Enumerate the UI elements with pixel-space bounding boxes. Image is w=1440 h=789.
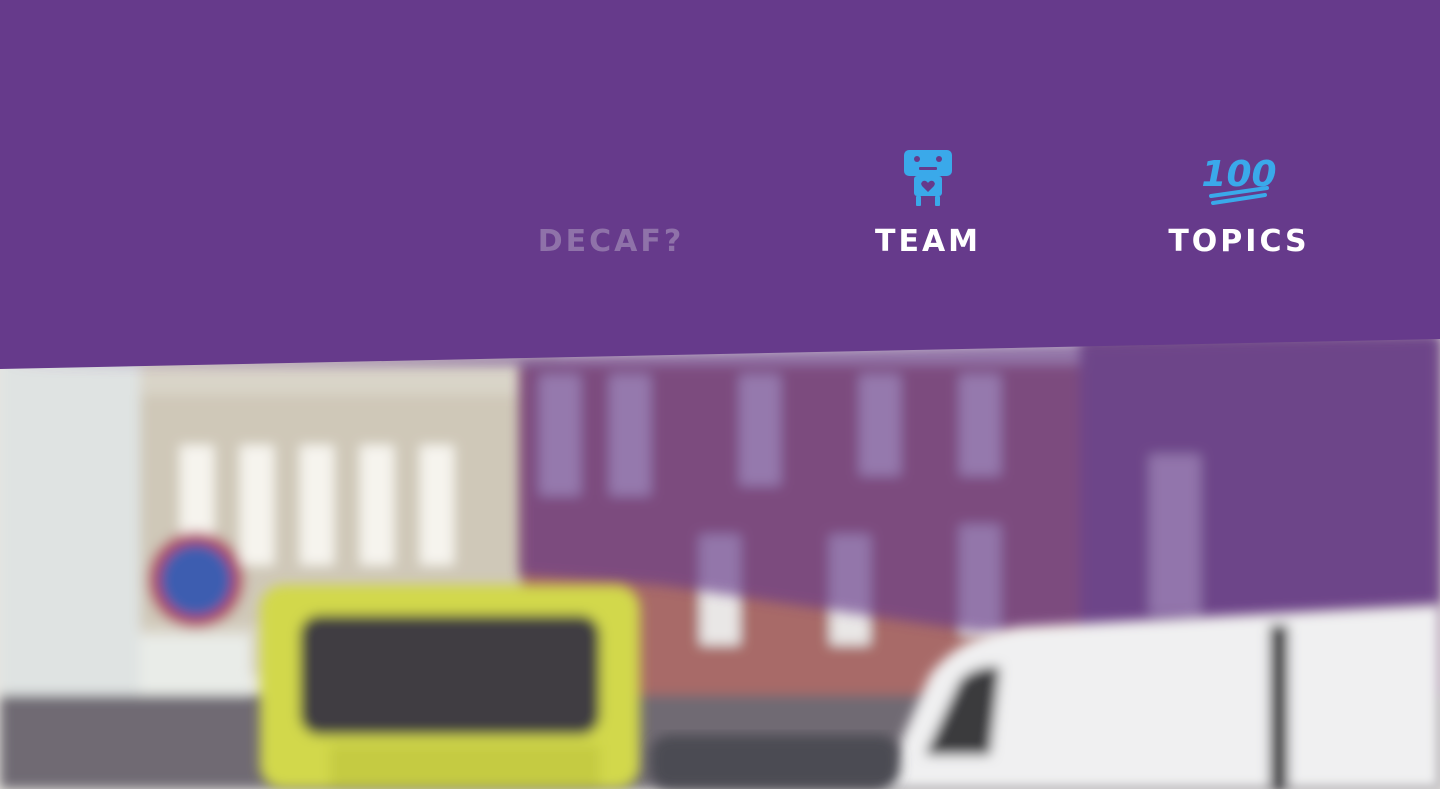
nav-item-team[interactable]: TEAM xyxy=(828,140,1028,270)
nav-label-decaf: DECAF? xyxy=(537,224,685,259)
site-header: DECAF? TEAM 100 TOPICS xyxy=(0,0,1440,370)
robot-icon xyxy=(828,148,1028,208)
hundred-points-icon: 100 xyxy=(1139,148,1339,208)
nav-item-decaf[interactable]: DECAF? xyxy=(511,140,711,270)
nav-label-team: TEAM xyxy=(874,224,982,259)
nav-label-topics: TOPICS xyxy=(1168,224,1310,259)
street-photo-icon xyxy=(0,335,1440,789)
nav-item-topics[interactable]: 100 TOPICS xyxy=(1139,140,1339,270)
hero-photo xyxy=(0,335,1440,789)
